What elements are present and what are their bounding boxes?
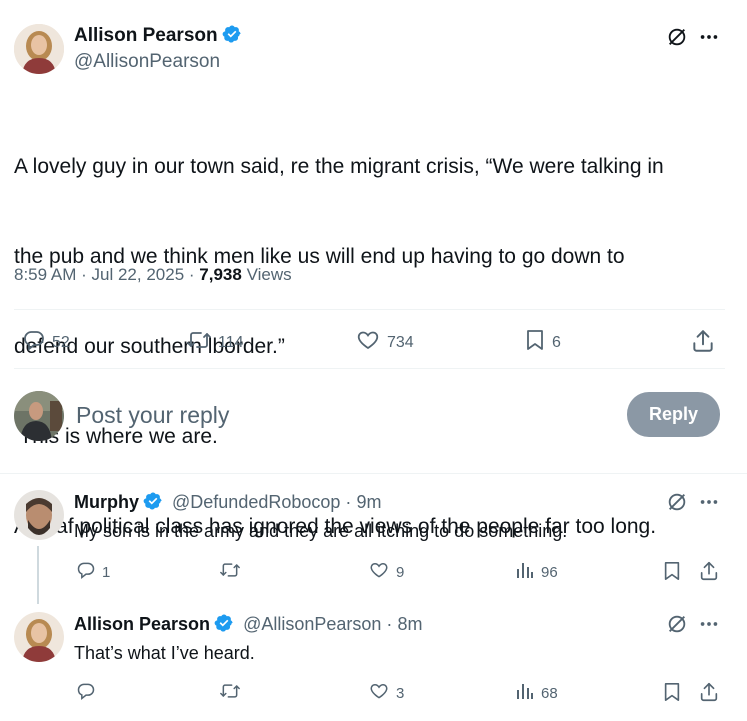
more-options-icon[interactable] — [698, 613, 720, 635]
repost-icon — [219, 681, 241, 705]
views-action[interactable]: 96 — [515, 560, 558, 584]
separator: · — [386, 614, 393, 634]
like-count: 9 — [396, 563, 405, 581]
repost-action[interactable]: 114 — [186, 328, 244, 357]
verified-badge-icon — [214, 613, 234, 633]
views-label: Views — [246, 265, 292, 284]
reply-count: 52 — [52, 333, 70, 351]
grok-icon[interactable] — [666, 491, 688, 513]
more-options-icon[interactable] — [698, 26, 720, 48]
tweet-text-line: A lovely guy in our town said, re the mi… — [14, 155, 664, 178]
author-name[interactable]: Allison Pearson — [74, 25, 218, 46]
reply-text: That’s what I’ve heard. — [74, 643, 255, 663]
bookmark-icon[interactable] — [662, 681, 682, 703]
reply-text: My son is in the army and they are all i… — [74, 521, 568, 541]
views-count: 68 — [541, 684, 558, 702]
reply-author-handle[interactable]: @AllisonPearson — [243, 614, 381, 634]
tweet-date[interactable]: Jul 22, 2025 — [92, 265, 185, 284]
bookmark-action[interactable]: 6 — [524, 328, 561, 357]
reply-action[interactable]: 1 — [76, 560, 110, 584]
reply-icon — [76, 681, 96, 705]
repost-icon — [186, 328, 212, 357]
reply-icon — [76, 560, 96, 584]
reply-icon — [22, 328, 46, 357]
reply-button[interactable]: Reply — [627, 392, 720, 437]
share-icon[interactable] — [698, 560, 720, 582]
reply-header: Allison Pearson @AllisonPearson · 8m — [74, 612, 422, 636]
repost-action[interactable] — [219, 560, 247, 584]
reply-age[interactable]: 9m — [356, 492, 381, 512]
like-action[interactable]: 9 — [368, 560, 404, 584]
divider — [14, 309, 725, 310]
reply-author-name[interactable]: Allison Pearson — [74, 614, 210, 634]
reply-age[interactable]: 8m — [397, 614, 422, 634]
reply-avatar[interactable] — [14, 612, 64, 662]
reply-action[interactable] — [76, 681, 102, 705]
like-count: 3 — [396, 684, 405, 702]
author-handle[interactable]: @AllisonPearson — [74, 49, 242, 75]
reply-thread-line — [37, 546, 39, 604]
reply-avatar[interactable] — [14, 490, 64, 540]
bookmark-icon — [524, 328, 546, 357]
reply-header: Murphy @DefundedRobocop · 9m — [74, 490, 381, 514]
grok-icon[interactable] — [666, 613, 688, 635]
bookmark-icon[interactable] — [662, 560, 682, 582]
repost-action[interactable] — [219, 681, 247, 705]
reply-count: 1 — [102, 563, 111, 581]
tweet-meta: 8:59 AM · Jul 22, 2025 · 7,938 Views — [14, 263, 292, 287]
reply-action[interactable]: 52 — [22, 328, 70, 357]
separator: · — [188, 265, 195, 284]
views-action[interactable]: 68 — [515, 681, 558, 705]
analytics-icon — [515, 681, 535, 705]
author-avatar[interactable] — [14, 24, 64, 74]
views-count: 7,938 — [199, 265, 242, 284]
share-icon[interactable] — [698, 681, 720, 703]
heart-icon — [355, 328, 381, 357]
repost-icon — [219, 560, 241, 584]
grok-icon[interactable] — [666, 26, 688, 48]
reply-input[interactable]: Post your reply — [76, 400, 229, 430]
separator: · — [345, 492, 352, 512]
section-divider — [0, 473, 747, 474]
separator: · — [81, 265, 87, 284]
analytics-icon — [515, 560, 535, 584]
views-count: 96 — [541, 563, 558, 581]
bookmark-count: 6 — [552, 333, 561, 351]
reply-author-name[interactable]: Murphy — [74, 492, 139, 512]
divider — [14, 368, 725, 369]
repost-count: 114 — [218, 333, 244, 351]
heart-icon — [368, 681, 390, 705]
verified-badge-icon — [222, 24, 242, 44]
like-action[interactable]: 3 — [368, 681, 404, 705]
current-user-avatar[interactable] — [14, 391, 64, 441]
heart-icon — [368, 560, 390, 584]
reply-author-handle[interactable]: @DefundedRobocop — [172, 492, 340, 512]
like-count: 734 — [387, 333, 414, 351]
more-options-icon[interactable] — [698, 491, 720, 513]
share-icon[interactable] — [690, 328, 716, 354]
tweet-time[interactable]: 8:59 AM — [14, 265, 76, 284]
like-action[interactable]: 734 — [355, 328, 414, 357]
verified-badge-icon — [143, 491, 163, 511]
